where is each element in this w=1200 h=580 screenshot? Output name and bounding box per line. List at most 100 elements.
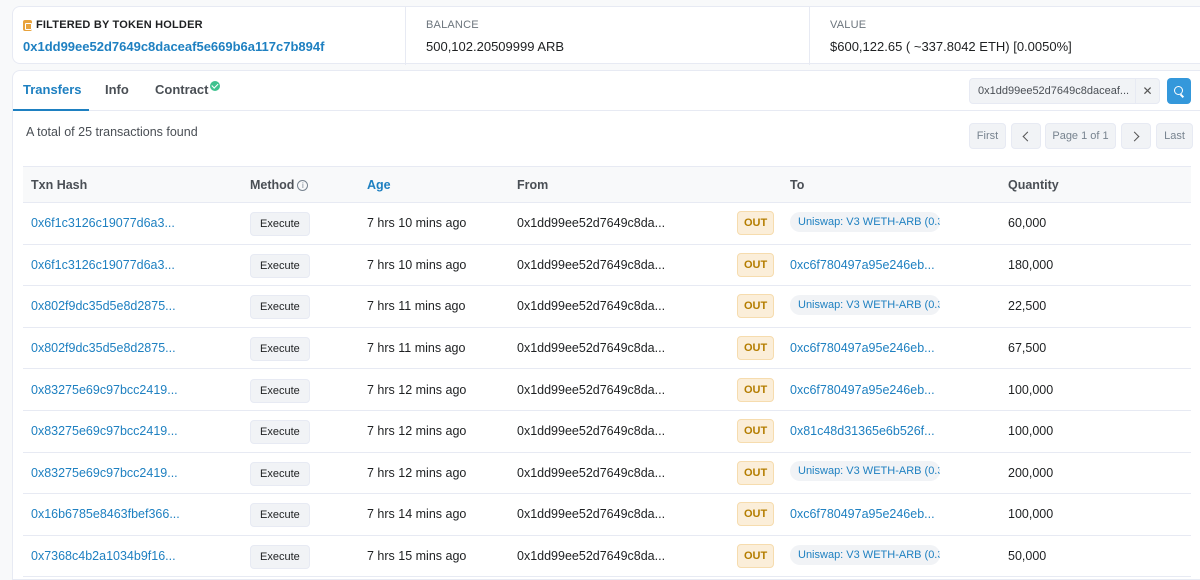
age-text: 7 hrs 15 mins ago (367, 549, 467, 564)
to-contract-label[interactable]: Uniswap: V3 WETH-ARB (0.3... (790, 461, 940, 482)
chevron-right-icon (1129, 131, 1140, 141)
quantity-value: 50,000 (1008, 549, 1047, 564)
from-address: 0x1dd99ee52d7649c8da... (517, 549, 666, 564)
active-tab-indicator (13, 109, 89, 111)
method-header-label: Method (250, 177, 295, 192)
next-page-button[interactable] (1121, 123, 1151, 149)
token-holder-summary: FILTERED BY TOKEN HOLDER 0x1dd99ee52d764… (12, 6, 1200, 65)
column-header-quantity: Quantity (1000, 166, 1191, 203)
txn-hash-link[interactable]: 0x802f9dc35d5e8d2875... (31, 299, 176, 313)
direction-badge: OUT (737, 502, 775, 527)
table-row: 0x802f9dc35d5e8d2875... Execute 7 hrs 11 m… (23, 285, 1191, 328)
table-row: 0x83275e69c97bcc2419... Execute 7 hrs 12 m… (23, 452, 1191, 495)
from-address: 0x1dd99ee52d7649c8da... (517, 299, 666, 314)
transfers-table: Txn Hash Method i Age From To Quantity 0x… (23, 166, 1191, 578)
to-address-link[interactable]: 0xc6f780497a95e246eb... (790, 258, 935, 272)
previous-page-button[interactable] (1011, 123, 1041, 149)
column-header-method: Method i (242, 166, 359, 203)
page-indicator: Page 1 of 1 (1045, 123, 1116, 149)
quantity-value: 200,000 (1008, 465, 1054, 480)
address-search-input[interactable] (970, 79, 1136, 103)
txn-hash-link[interactable]: 0x7368c4b2a1034b9f16... (31, 549, 176, 563)
txn-hash-link[interactable]: 0x83275e69c97bcc2419... (31, 466, 178, 480)
txn-hash-link[interactable]: 0x6f1c3126c19077d6a3... (31, 216, 175, 230)
to-contract-label[interactable]: Uniswap: V3 WETH-ARB (0.3... (790, 544, 940, 565)
from-address: 0x1dd99ee52d7649c8da... (517, 341, 666, 356)
from-address: 0x1dd99ee52d7649c8da... (517, 257, 666, 272)
direction-badge: OUT (737, 336, 775, 361)
address-filter-box: ✕ (969, 78, 1160, 104)
txn-hash-link[interactable]: 0x83275e69c97bcc2419... (31, 424, 178, 438)
from-address: 0x1dd99ee52d7649c8da... (517, 382, 666, 397)
from-address: 0x1dd99ee52d7649c8da... (517, 216, 666, 231)
balance-label: BALANCE (426, 19, 479, 31)
txn-hash-link[interactable]: 0x802f9dc35d5e8d2875... (31, 341, 176, 355)
last-page-button[interactable]: Last (1156, 123, 1193, 149)
info-icon[interactable]: i (297, 179, 309, 191)
column-header-direction (729, 166, 782, 203)
method-badge: Execute (250, 212, 310, 237)
column-header-txn-hash: Txn Hash (23, 166, 242, 203)
table-row: 0x83275e69c97bcc2419... Execute 7 hrs 12 m… (23, 410, 1191, 453)
transfers-panel: Transfers Info Contract ✕ A total of 25 … (12, 70, 1200, 580)
tab-contract[interactable]: Contract (155, 80, 221, 97)
quantity-value: 60,000 (1008, 216, 1047, 231)
search-button[interactable] (1167, 78, 1191, 104)
filter-label: FILTERED BY TOKEN HOLDER (36, 19, 203, 31)
to-contract-label[interactable]: Uniswap: V3 WETH-ARB (0.3... (790, 294, 940, 315)
holder-address-link[interactable]: 0x1dd99ee52d7649c8daceaf5e669b6a117c7b89… (23, 39, 405, 55)
table-row: 0x7368c4b2a1034b9f16... Execute 7 hrs 15 m… (23, 535, 1191, 578)
table-row: 0x802f9dc35d5e8d2875... Execute 7 hrs 11 m… (23, 327, 1191, 370)
from-address: 0x1dd99ee52d7649c8da... (517, 465, 666, 480)
to-address-link[interactable]: 0x81c48d31365e6b526f... (790, 424, 935, 438)
token-icon (23, 19, 32, 31)
chevron-left-icon (1022, 131, 1033, 141)
search-icon (1173, 85, 1183, 95)
txn-hash-link[interactable]: 0x83275e69c97bcc2419... (31, 383, 178, 397)
txn-hash-link[interactable]: 0x16b6785e8463fbef366... (31, 507, 180, 521)
to-address-link[interactable]: 0xc6f780497a95e246eb... (790, 341, 935, 355)
age-text: 7 hrs 12 mins ago (367, 424, 467, 439)
quantity-value: 100,000 (1008, 424, 1054, 439)
tab-contract-label: Contract (155, 82, 209, 97)
holder-filter-section: FILTERED BY TOKEN HOLDER 0x1dd99ee52d764… (13, 7, 405, 65)
direction-badge: OUT (737, 377, 775, 402)
from-address: 0x1dd99ee52d7649c8da... (517, 424, 666, 439)
method-badge: Execute (250, 253, 310, 278)
tab-info[interactable]: Info (105, 82, 129, 97)
txn-hash-link[interactable]: 0x6f1c3126c19077d6a3... (31, 258, 175, 272)
method-badge: Execute (250, 337, 310, 362)
clear-icon[interactable]: ✕ (1135, 79, 1159, 103)
direction-badge: OUT (737, 211, 775, 236)
verified-check-icon (210, 80, 221, 91)
quantity-value: 180,000 (1008, 257, 1054, 272)
table-row: 0x83275e69c97bcc2419... Execute 7 hrs 12 m… (23, 368, 1191, 411)
age-text: 7 hrs 10 mins ago (367, 257, 467, 272)
method-badge: Execute (250, 420, 310, 445)
tab-transfers[interactable]: Transfers (23, 82, 82, 97)
value-section: VALUE $600,122.65 ( ~337.8042 ETH) [0.00… (809, 7, 1200, 65)
direction-badge: OUT (737, 544, 775, 569)
quantity-value: 67,500 (1008, 341, 1047, 356)
to-address-link[interactable]: 0xc6f780497a95e246eb... (790, 383, 935, 397)
method-badge: Execute (250, 378, 310, 403)
age-text: 7 hrs 14 mins ago (367, 507, 467, 522)
quantity-value: 100,000 (1008, 382, 1054, 397)
column-header-age[interactable]: Age (359, 166, 509, 203)
balance-section: BALANCE 500,102.20509999 ARB (405, 7, 809, 65)
method-badge: Execute (250, 295, 310, 320)
to-contract-label[interactable]: Uniswap: V3 WETH-ARB (0.3... (790, 211, 940, 232)
from-address: 0x1dd99ee52d7649c8da... (517, 507, 666, 522)
direction-badge: OUT (737, 419, 775, 444)
quantity-value: 22,500 (1008, 299, 1047, 314)
transfers-table-body: 0x6f1c3126c19077d6a3... Execute 7 hrs 10 m… (23, 202, 1191, 578)
column-header-to: To (782, 166, 1000, 203)
table-row: 0x16b6785e8463fbef366... Execute 7 hrs 14 … (23, 493, 1191, 536)
age-text: 7 hrs 11 mins ago (367, 299, 466, 314)
quantity-value: 100,000 (1008, 507, 1054, 522)
method-badge: Execute (250, 503, 310, 528)
first-page-button[interactable]: First (969, 123, 1006, 149)
age-text: 7 hrs 11 mins ago (367, 341, 466, 356)
table-row: 0x6f1c3126c19077d6a3... Execute 7 hrs 10 m… (23, 244, 1191, 287)
to-address-link[interactable]: 0xc6f780497a95e246eb... (790, 507, 935, 521)
